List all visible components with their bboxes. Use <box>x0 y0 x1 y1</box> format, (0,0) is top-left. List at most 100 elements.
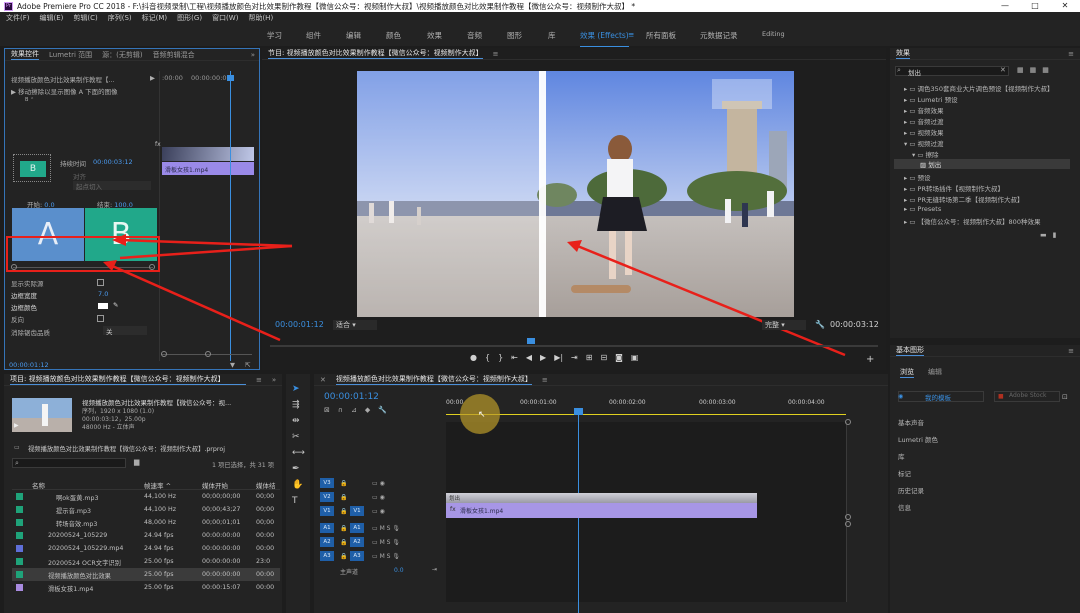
clear-search-icon[interactable]: ✕ <box>1000 66 1006 74</box>
a2-lock-icon[interactable]: 🔒 <box>340 539 347 546</box>
v3-lock-icon[interactable]: 🔒 <box>340 480 347 487</box>
effects-item-6[interactable]: ▾ ▭ 视频过渡 <box>904 138 944 148</box>
tab-browse[interactable]: 浏览 <box>900 367 914 378</box>
new-bin-icon[interactable]: ▆ <box>134 458 139 466</box>
list-item[interactable]: 提示音.mp3 44,100 Hz 00;00;43;27 00;00 <box>12 503 280 516</box>
panel-history[interactable]: 历史记录 <box>898 485 924 495</box>
timeline-vscroll-mid[interactable] <box>845 514 851 520</box>
export-frame-icon[interactable]: ◙ <box>615 353 623 362</box>
work-area-bar[interactable] <box>446 414 846 415</box>
timeline-playhead-handle[interactable] <box>574 408 583 415</box>
close-sequence-icon[interactable]: ✕ <box>320 376 326 384</box>
step-back-icon[interactable]: ◀ <box>526 353 532 362</box>
fit-select[interactable]: 适合 ▾ <box>333 320 377 330</box>
mark-out-icon[interactable]: } <box>498 353 503 362</box>
selection-tool-icon[interactable]: ➤ <box>292 384 300 394</box>
insert-icon[interactable]: ⊞ <box>586 353 593 362</box>
tab-edit[interactable]: 编辑 <box>928 367 942 377</box>
eg-menu-icon[interactable]: ≡ <box>1068 347 1074 355</box>
timeline-current-time[interactable]: 00:00:01:12 <box>324 392 379 402</box>
program-playhead[interactable] <box>527 338 535 344</box>
play-icon[interactable]: ▶ <box>540 353 546 362</box>
track-a3-source[interactable]: A3 <box>350 551 364 561</box>
go-to-out-icon[interactable]: ⇥ <box>571 353 578 362</box>
track-a2-target[interactable]: A2 <box>320 537 334 547</box>
timeline-tool-icons[interactable]: ⊠∩⊿◆🔧 <box>324 406 395 414</box>
timeline-vscroll-bottom[interactable] <box>845 521 851 527</box>
sequence-thumbnail[interactable] <box>12 398 72 432</box>
effects-item-3[interactable]: ▸ ▭ 音频效果 <box>904 105 944 115</box>
effects-item-5[interactable]: ▸ ▭ 视频效果 <box>904 127 944 137</box>
panel-lumetri-color[interactable]: Lumetri 颜色 <box>898 434 938 444</box>
go-to-in-icon[interactable]: ⇤ <box>511 353 518 362</box>
timeline-vscroll-top[interactable] <box>845 419 851 425</box>
list-item[interactable]: 滑板女孩1.mp4 25.00 fps 00:00:15:07 00:00 <box>12 581 280 594</box>
v1-lock-icon[interactable]: 🔒 <box>340 508 347 515</box>
a3-msm-icons[interactable]: ▭ M S 🎙 <box>372 553 400 560</box>
v1-eye-icon[interactable]: ▭ ◉ <box>372 508 385 515</box>
transition-clip[interactable]: 划出 <box>446 493 757 503</box>
new-bin-icons[interactable]: ▬▮ <box>1040 231 1062 239</box>
panel-libraries[interactable]: 库 <box>898 451 905 461</box>
effects-item-wipe[interactable]: ▾ ▭ 擦除 <box>912 149 939 159</box>
effects-item-wipe-out-selected[interactable]: ▨ 划出 <box>894 159 1070 169</box>
list-item[interactable]: 啊ok蛋黄.mp3 44,100 Hz 00;00;00;00 00;00 <box>12 490 280 503</box>
track-v2-target[interactable]: V2 <box>320 492 334 502</box>
a1-msm-icons[interactable]: ▭ M S 🎙 <box>372 525 400 532</box>
effects-item-4[interactable]: ▸ ▭ 音频过渡 <box>904 116 944 126</box>
type-tool-icon[interactable]: T <box>292 496 298 506</box>
col-media-start[interactable]: 媒体开始 <box>202 480 228 490</box>
my-templates-tab[interactable]: 我的模板 <box>898 391 984 402</box>
a3-lock-icon[interactable]: 🔒 <box>340 553 347 560</box>
program-scrub-bar[interactable] <box>270 345 878 347</box>
project-search-input[interactable]: ⌕ <box>12 458 126 468</box>
panel-info[interactable]: 信息 <box>898 502 911 512</box>
panel-markers[interactable]: 标记 <box>898 468 911 478</box>
a1-lock-icon[interactable]: 🔒 <box>340 525 347 532</box>
thumbnail-play-icon[interactable]: ▶ <box>14 422 19 429</box>
video-clip-v1[interactable]: 滑板女孩1.mp4 <box>446 503 757 518</box>
project-expand-icon[interactable]: » <box>272 376 276 384</box>
compare-view-icon[interactable]: ▣ <box>631 353 639 362</box>
mark-in-icon[interactable]: { <box>485 353 490 362</box>
effects-item-1[interactable]: ▸ ▭ 调色350套商业大片调色预设【视频制作大叔】 <box>904 83 1053 93</box>
list-item[interactable]: 20200524_105229 24.94 fps 00:00:00:00 00:00 <box>12 529 280 542</box>
timeline-menu-icon[interactable]: ≡ <box>542 376 548 384</box>
hand-tool-icon[interactable]: ✋ <box>292 480 303 490</box>
add-button-icon[interactable]: + <box>866 354 874 365</box>
master-volume-value[interactable]: 0.0 <box>394 567 404 574</box>
ripple-edit-tool-icon[interactable]: ⇹ <box>292 416 300 426</box>
v3-eye-icon[interactable]: ▭ ◉ <box>372 480 385 487</box>
eg-install-icon[interactable]: ⊡ <box>1062 393 1068 401</box>
effects-item-pr-seamless[interactable]: ▸ ▭ PR无缝转场第二季【视频制作大叔】 <box>904 194 1023 204</box>
col-name[interactable]: 名称 <box>32 480 45 490</box>
col-media-end[interactable]: 媒体结 <box>256 480 276 490</box>
track-select-tool-icon[interactable]: ⇶ <box>292 400 300 410</box>
razor-tool-icon[interactable]: ✂ <box>292 432 300 442</box>
effects-item-presets[interactable]: ▸ ▭ 预设 <box>904 172 931 182</box>
v2-lock-icon[interactable]: 🔒 <box>340 494 347 501</box>
v2-eye-icon[interactable]: ▭ ◉ <box>372 494 385 501</box>
effects-item-800[interactable]: ▸ ▭ 【微信公众号：视频制作大叔】800种效果 <box>904 216 1040 226</box>
track-a2-source[interactable]: A2 <box>350 537 364 547</box>
wrench-icon[interactable]: 🔧 <box>815 320 825 329</box>
track-v3-target[interactable]: V3 <box>320 478 334 488</box>
track-a3-target[interactable]: A3 <box>320 551 334 561</box>
step-forward-icon[interactable]: ▶| <box>554 353 563 362</box>
effects-item-pr-transitions[interactable]: ▸ ▭ PR转场插件【视频制作大叔】 <box>904 183 1004 193</box>
col-frame-rate[interactable]: 帧速率 ^ <box>144 480 171 490</box>
effects-menu-icon[interactable]: ≡ <box>1068 50 1074 58</box>
effects-search-input[interactable]: 划出 <box>895 66 1009 77</box>
effects-item-presets-en[interactable]: ▸ ▭ Presets <box>904 205 941 213</box>
track-a1-target[interactable]: A1 <box>320 523 334 533</box>
pen-tool-icon[interactable]: ✒ <box>292 464 300 474</box>
panel-essential-sound[interactable]: 基本声音 <box>898 417 924 427</box>
project-menu-icon[interactable]: ≡ <box>256 376 262 384</box>
master-end-icon[interactable]: ⇥ <box>432 566 437 573</box>
list-item-selected[interactable]: 视频播放颜色对比效果 25.00 fps 00:00:00:00 00:00 <box>12 568 280 581</box>
track-a1-source[interactable]: A1 <box>350 523 364 533</box>
list-item[interactable]: 20200524_105229.mp4 24.94 fps 00:00:00:00 0… <box>12 542 280 555</box>
quality-select[interactable]: 完整 ▾ <box>762 320 806 330</box>
track-v1-target[interactable]: V1 <box>320 506 334 516</box>
list-item[interactable]: 转场音效.mp3 48,000 Hz 00;00;01;01 00;00 <box>12 516 280 529</box>
